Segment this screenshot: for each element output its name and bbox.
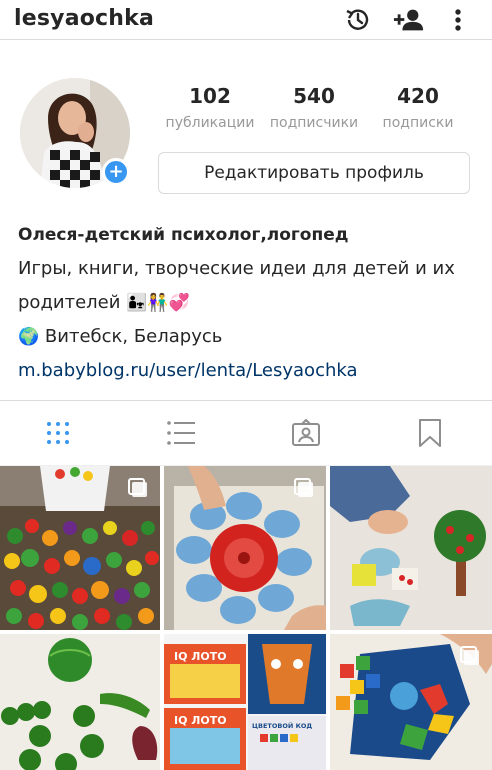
grid-icon bbox=[47, 422, 69, 444]
profile-bio: Олеся-детский психолог,логопед Игры, кни… bbox=[18, 218, 478, 388]
more-options-icon[interactable] bbox=[442, 4, 474, 36]
username-title[interactable]: lesyaochka bbox=[14, 6, 154, 31]
tab-tagged[interactable] bbox=[286, 415, 326, 451]
stat-followers[interactable]: 540 подписчики bbox=[264, 84, 364, 131]
post-image-game-boxes: IQ ЛОТО IQ ЛОТО ЦВЕТОВОЙ КОД bbox=[164, 634, 326, 770]
post-tile-1[interactable] bbox=[0, 466, 160, 630]
edit-profile-button[interactable]: Редактировать профиль bbox=[158, 152, 470, 194]
list-icon bbox=[167, 421, 195, 445]
tab-list[interactable] bbox=[161, 415, 201, 451]
bio-line-2: родителей 👨‍👧👫💞 bbox=[18, 286, 478, 320]
stat-following-label: подписки bbox=[382, 115, 454, 131]
box-label-iq-lotto-1: IQ ЛОТО bbox=[174, 650, 227, 663]
box-label-color-code: ЦВЕТОВОЙ КОД bbox=[252, 721, 312, 730]
stat-following[interactable]: 420 подписки bbox=[368, 84, 468, 131]
stat-followers-label: подписчики bbox=[269, 115, 359, 131]
bio-location: 🌍 Витебск, Беларусь bbox=[18, 320, 478, 354]
stat-posts-label: публикации bbox=[165, 115, 255, 131]
tab-saved[interactable] bbox=[410, 415, 450, 451]
bio-location-text: Витебск, Беларусь bbox=[44, 326, 223, 347]
post-tile-5[interactable]: IQ ЛОТО IQ ЛОТО ЦВЕТОВОЙ КОД bbox=[164, 634, 326, 770]
post-image-tree-puzzle bbox=[330, 466, 492, 630]
post-tile-2[interactable] bbox=[164, 466, 326, 630]
bio-website-link[interactable]: m.babyblog.ru/user/lenta/Lesyaochka bbox=[18, 354, 478, 388]
multiple-photos-icon bbox=[294, 478, 313, 497]
stat-followers-count: 540 bbox=[293, 84, 335, 108]
archive-history-icon[interactable] bbox=[342, 4, 374, 36]
globe-icon: 🌍 bbox=[18, 327, 40, 347]
posts-grid: IQ ЛОТО IQ ЛОТО ЦВЕТОВОЙ КОД bbox=[0, 466, 492, 770]
profile-avatar[interactable]: + bbox=[20, 78, 130, 188]
post-tile-3[interactable] bbox=[330, 466, 492, 630]
stat-posts[interactable]: 102 публикации bbox=[160, 84, 260, 131]
multiple-photos-icon bbox=[460, 646, 479, 665]
profile-stats: 102 публикации 540 подписчики 420 подпис… bbox=[160, 84, 470, 140]
bio-full-name: Олеся-детский психолог,логопед bbox=[18, 225, 349, 245]
post-image-plasticine bbox=[0, 634, 160, 770]
bio-line-2-text: родителей bbox=[18, 292, 121, 313]
tagged-person-icon bbox=[292, 419, 320, 446]
bio-line-1: Игры, книги, творческие идеи для детей и… bbox=[18, 258, 455, 279]
bookmark-icon bbox=[419, 419, 441, 447]
stat-posts-count: 102 bbox=[189, 84, 231, 108]
box-label-iq-lotto-2: IQ ЛОТО bbox=[174, 714, 227, 727]
stat-following-count: 420 bbox=[397, 84, 439, 108]
family-emoji: 👨‍👧👫💞 bbox=[126, 293, 190, 313]
post-tile-4[interactable] bbox=[0, 634, 160, 770]
profile-tabs bbox=[0, 400, 492, 466]
multiple-photos-icon bbox=[128, 478, 147, 497]
post-tile-6[interactable] bbox=[330, 634, 492, 770]
add-person-icon[interactable] bbox=[393, 4, 425, 36]
tab-grid[interactable] bbox=[38, 415, 78, 451]
top-bar: lesyaochka bbox=[0, 0, 492, 40]
add-story-plus-icon[interactable]: + bbox=[102, 158, 130, 186]
